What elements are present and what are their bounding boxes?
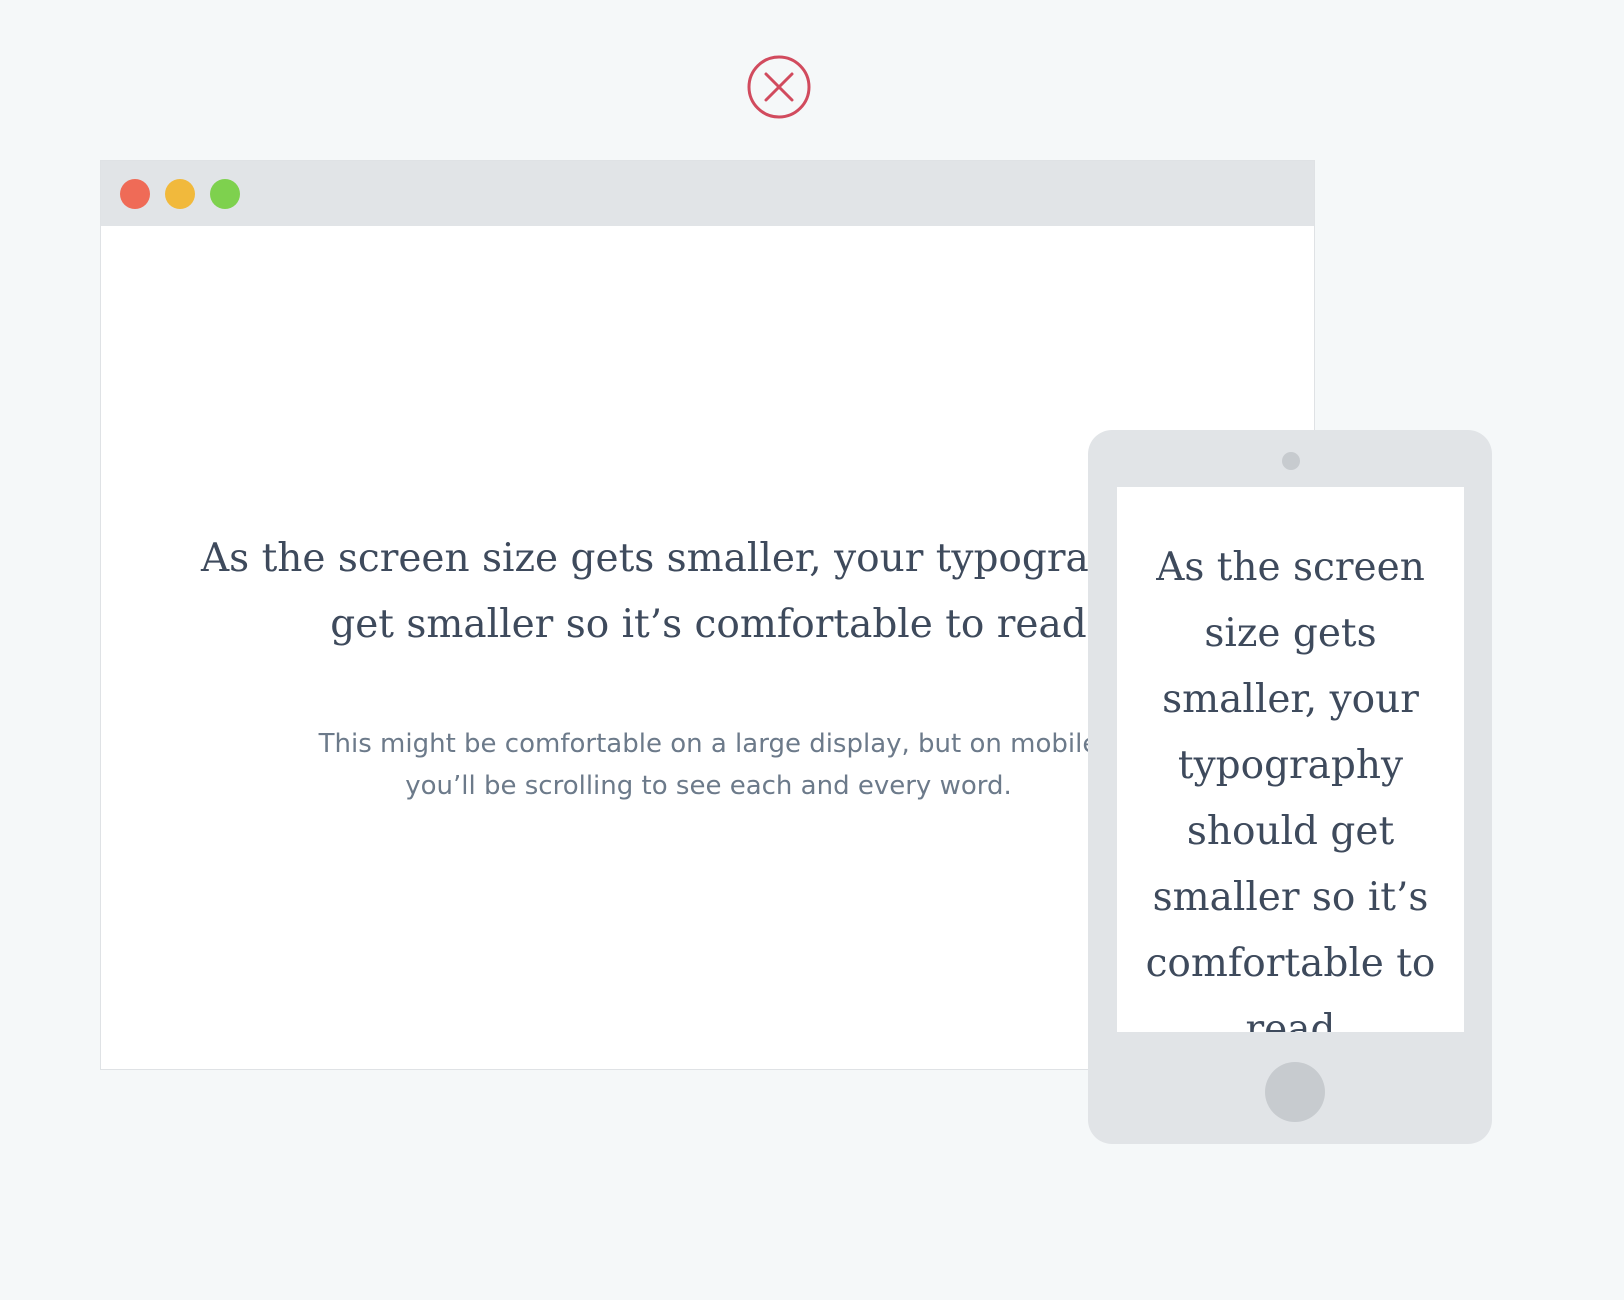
mobile-headline-line: smaller, your bbox=[1162, 677, 1419, 722]
window-minimize-dot bbox=[165, 179, 195, 209]
close-circle-icon bbox=[747, 55, 811, 119]
window-close-dot bbox=[120, 179, 150, 209]
desktop-headline-line: get smaller so it’s comfortable to read bbox=[330, 602, 1087, 647]
mobile-headline-line: smaller so it’s bbox=[1152, 875, 1429, 920]
mobile-screen: As the screen size gets smaller, your ty… bbox=[1117, 487, 1464, 1032]
mobile-headline-line: read bbox=[1245, 1007, 1336, 1032]
mobile-headline-line: typography bbox=[1177, 743, 1404, 788]
mobile-headline: As the screen size gets smaller, your ty… bbox=[1117, 487, 1464, 1032]
camera-icon bbox=[1282, 452, 1300, 470]
mobile-headline-line: should get bbox=[1186, 809, 1395, 854]
window-maximize-dot bbox=[210, 179, 240, 209]
browser-titlebar bbox=[101, 161, 1314, 226]
mobile-device: As the screen size gets smaller, your ty… bbox=[1088, 430, 1492, 1144]
mobile-headline-line: size gets bbox=[1204, 611, 1377, 656]
mobile-headline-line: As the screen bbox=[1156, 545, 1425, 590]
mobile-headline-line: comfortable to bbox=[1145, 941, 1436, 986]
desktop-headline-line: As the screen size gets smaller, your ty… bbox=[201, 536, 1305, 581]
home-button[interactable] bbox=[1265, 1062, 1325, 1122]
